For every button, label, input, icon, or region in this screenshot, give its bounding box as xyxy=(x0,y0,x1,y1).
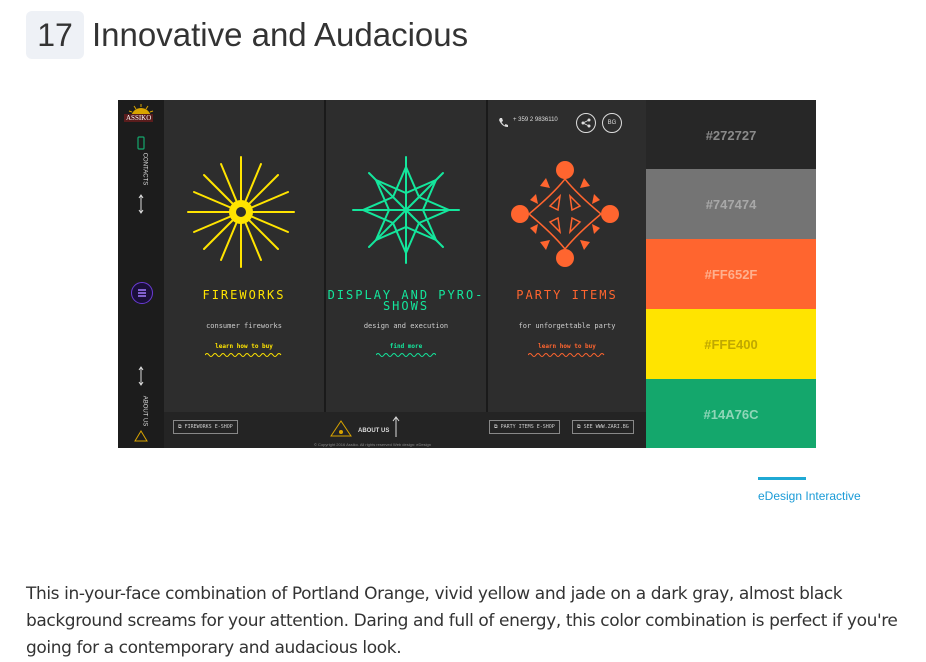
zari-link-label: SEE WWW.ZARI.BG xyxy=(583,424,629,430)
column-fireworks[interactable]: FIREWORKS consumer fireworks learn how t… xyxy=(164,100,326,412)
tent-icon xyxy=(330,420,352,437)
party-subtitle: for unforgettable party xyxy=(518,322,616,330)
party-shop-label: PARTY ITEMS E-SHOP xyxy=(500,424,555,430)
swatch-hex: #14A76C xyxy=(703,406,759,422)
share-icon xyxy=(581,118,591,128)
item-number: 17 xyxy=(26,11,84,59)
color-swatch: #272727 xyxy=(646,100,816,170)
credit-accent-bar xyxy=(758,477,806,480)
star-burst-icon xyxy=(352,156,460,264)
fireworks-shop-button[interactable]: ⧉ FIREWORKS E-SHOP xyxy=(173,420,238,434)
color-swatch: #747474 xyxy=(646,169,816,239)
site-footer: ⧉ FIREWORKS E-SHOP ABOUT US © Copyright … xyxy=(164,412,646,448)
swatch-hex: #272727 xyxy=(705,127,757,143)
swatch-hex: #FF652F xyxy=(704,266,758,282)
logo-text[interactable]: ASSIKO xyxy=(124,114,154,122)
fireworks-title[interactable]: FIREWORKS xyxy=(164,289,324,301)
scroll-arrow-icon[interactable] xyxy=(392,416,400,438)
phone-icon[interactable] xyxy=(137,136,145,150)
share-button[interactable] xyxy=(576,113,596,133)
copyright-text: © Copyright 2016 Assiko. All rights rese… xyxy=(314,442,431,447)
language-button[interactable]: BG xyxy=(602,113,622,133)
pyro-subtitle: design and execution xyxy=(363,322,449,330)
column-party-items[interactable]: PARTY ITEMS for unforgettable party lear… xyxy=(488,100,648,412)
menu-button[interactable] xyxy=(131,282,153,304)
column-pyro-shows[interactable]: DISPLAY AND PYRO-SHOWS design and execut… xyxy=(326,100,488,412)
scroll-arrow-icon[interactable] xyxy=(138,366,144,386)
zari-link-button[interactable]: ⧉ SEE WWW.ZARI.BG xyxy=(572,420,634,434)
external-link-icon: ⧉ xyxy=(494,424,501,430)
wave-underline xyxy=(205,353,282,357)
party-shop-button[interactable]: ⧉ PARTY ITEMS E-SHOP xyxy=(489,420,560,434)
credit-link[interactable]: eDesign Interactive xyxy=(758,489,861,503)
article-heading: 17 Innovative and Audacious xyxy=(26,10,468,60)
wave-underline xyxy=(376,353,436,357)
color-swatch: #FF652F xyxy=(646,239,816,309)
pyro-title[interactable]: DISPLAY AND PYRO-SHOWS xyxy=(326,289,486,312)
swatch-hex: #FFE400 xyxy=(704,336,758,352)
menu-icon xyxy=(138,289,146,297)
sidebar-contacts[interactable]: CONTACTS xyxy=(141,153,147,186)
wave-underline xyxy=(528,353,605,357)
fireworks-shop-label: FIREWORKS E-SHOP xyxy=(184,424,233,430)
fireworks-subtitle: consumer fireworks xyxy=(206,322,282,330)
page-title: Innovative and Audacious xyxy=(92,16,469,53)
external-link-icon: ⧉ xyxy=(178,424,185,430)
party-title[interactable]: PARTY ITEMS xyxy=(488,289,646,301)
swatch-hex: #747474 xyxy=(705,196,757,212)
website-screenshot: ASSIKO CONTACTS ABOUT US FIREWORKS consu… xyxy=(118,100,816,448)
tent-icon xyxy=(134,430,148,442)
scroll-arrow-icon[interactable] xyxy=(138,194,144,214)
color-swatch: #FFE400 xyxy=(646,309,816,379)
phone-number[interactable]: + 359 2 9836110 xyxy=(513,117,558,123)
footer-about[interactable]: ABOUT US xyxy=(358,428,389,434)
phone-icon xyxy=(499,118,508,127)
color-swatch: #14A76C xyxy=(646,379,816,448)
description-paragraph: This in-your-face combination of Portlan… xyxy=(26,584,898,658)
party-link[interactable]: learn how to buy xyxy=(488,343,646,350)
site-sidebar: ASSIKO CONTACTS ABOUT US xyxy=(118,100,164,448)
sidebar-about[interactable]: ABOUT US xyxy=(141,396,147,427)
party-ornament-icon xyxy=(511,161,619,267)
pyro-link[interactable]: find more xyxy=(326,343,486,350)
external-link-icon: ⧉ xyxy=(577,424,584,430)
firework-burst-icon xyxy=(187,156,295,268)
fireworks-link[interactable]: learn how to buy xyxy=(164,343,324,350)
